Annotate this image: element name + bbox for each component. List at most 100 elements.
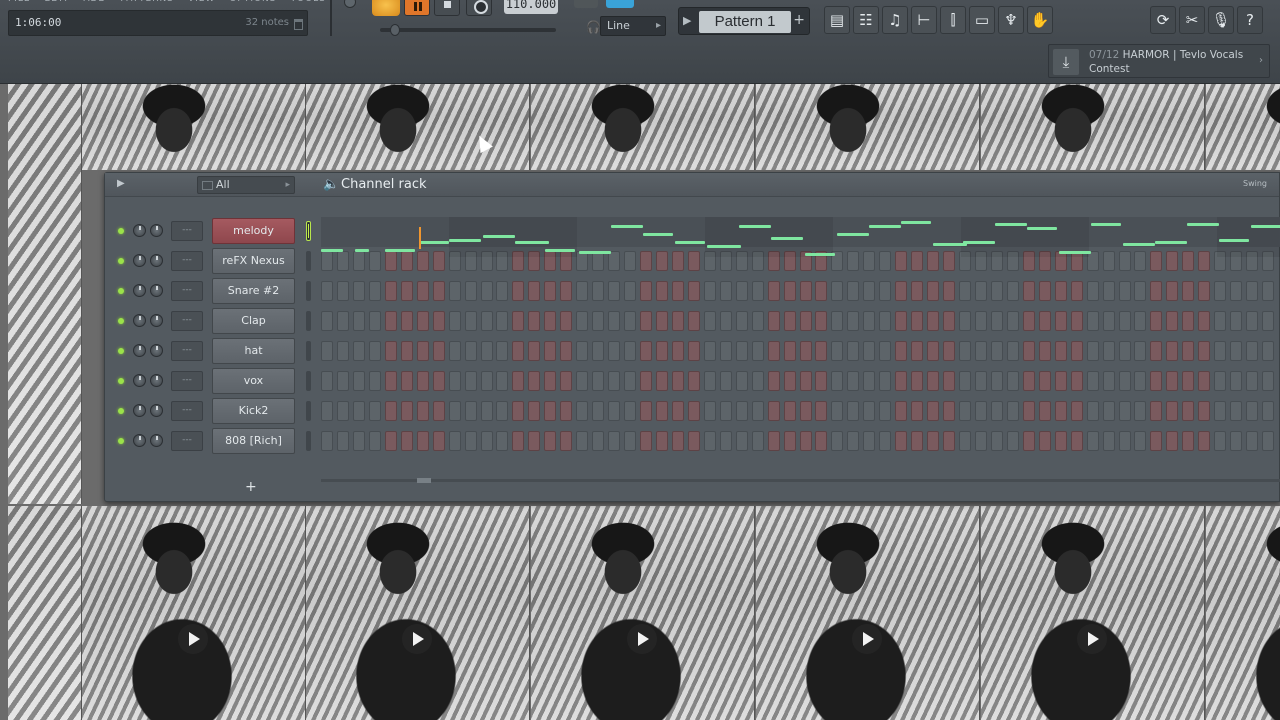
step-button[interactable] <box>655 311 668 331</box>
step-button[interactable] <box>608 431 621 451</box>
step-button[interactable] <box>879 311 892 331</box>
step-button[interactable] <box>671 341 684 361</box>
step-button[interactable] <box>815 311 828 331</box>
step-button[interactable] <box>719 311 732 331</box>
step-button[interactable] <box>400 341 413 361</box>
step-button[interactable] <box>592 311 605 331</box>
stop-button[interactable] <box>434 0 460 16</box>
step-button[interactable] <box>687 251 700 271</box>
step-button[interactable] <box>1230 311 1243 331</box>
step-button[interactable] <box>767 281 780 301</box>
step-button[interactable] <box>400 311 413 331</box>
step-button[interactable] <box>1246 401 1259 421</box>
step-button[interactable] <box>336 371 349 391</box>
step-button[interactable] <box>1102 311 1115 331</box>
step-button[interactable] <box>879 341 892 361</box>
step-button[interactable] <box>1230 431 1243 451</box>
step-button[interactable] <box>608 281 621 301</box>
step-button[interactable] <box>911 371 924 391</box>
touch-controller-icon[interactable]: ✋ <box>1027 6 1053 34</box>
main-pitch-slider[interactable] <box>380 24 556 36</box>
step-button[interactable] <box>1150 371 1163 391</box>
step-button[interactable] <box>815 281 828 301</box>
step-button[interactable] <box>1230 371 1243 391</box>
step-button[interactable] <box>336 251 349 271</box>
step-button[interactable] <box>1134 401 1147 421</box>
step-button[interactable] <box>1118 341 1131 361</box>
step-button[interactable] <box>592 371 605 391</box>
channel-select-indicator[interactable] <box>306 341 311 361</box>
step-button[interactable] <box>528 371 541 391</box>
step-button[interactable] <box>927 281 940 301</box>
step-button[interactable] <box>512 371 525 391</box>
step-button[interactable] <box>1134 311 1147 331</box>
step-button[interactable] <box>1166 341 1179 361</box>
step-button[interactable] <box>448 341 461 361</box>
step-button[interactable] <box>608 401 621 421</box>
step-button[interactable] <box>735 371 748 391</box>
tree-icon[interactable]: ⊢ <box>911 6 937 34</box>
step-button[interactable] <box>783 431 796 451</box>
channel-button[interactable]: Clap <box>212 308 295 334</box>
step-button[interactable] <box>990 371 1003 391</box>
pan-knob[interactable] <box>133 434 146 447</box>
step-button[interactable] <box>512 401 525 421</box>
step-button[interactable] <box>735 311 748 331</box>
step-button[interactable] <box>1198 311 1211 331</box>
volume-knob[interactable] <box>150 254 163 267</box>
step-button[interactable] <box>1006 281 1019 301</box>
step-button[interactable] <box>847 401 860 421</box>
step-button[interactable] <box>1022 371 1035 391</box>
step-button[interactable] <box>719 371 732 391</box>
step-button[interactable] <box>1086 371 1099 391</box>
snap-mode-icon[interactable] <box>574 0 598 8</box>
step-button[interactable] <box>895 311 908 331</box>
step-button[interactable] <box>1070 401 1083 421</box>
step-button[interactable] <box>1150 341 1163 361</box>
step-button[interactable] <box>1166 431 1179 451</box>
step-button[interactable] <box>640 431 652 451</box>
step-button[interactable] <box>783 281 796 301</box>
step-button[interactable] <box>1246 431 1259 451</box>
step-button[interactable] <box>480 341 493 361</box>
step-button[interactable] <box>1134 281 1147 301</box>
step-button[interactable] <box>464 431 477 451</box>
channel-button[interactable]: 808 [Rich] <box>212 428 295 454</box>
step-button[interactable] <box>879 401 892 421</box>
channel-button[interactable]: Kick2 <box>212 398 295 424</box>
step-button[interactable] <box>1054 341 1067 361</box>
step-button[interactable] <box>1262 431 1275 451</box>
pause-button[interactable] <box>404 0 430 16</box>
step-button[interactable] <box>496 371 509 391</box>
step-button[interactable] <box>400 371 413 391</box>
step-button[interactable] <box>352 401 365 421</box>
pattern-selector[interactable]: ▶ Pattern 1 + <box>678 7 810 35</box>
step-button[interactable] <box>592 401 605 421</box>
step-button[interactable] <box>719 281 732 301</box>
step-button[interactable] <box>384 251 397 271</box>
step-button[interactable] <box>1022 401 1035 421</box>
step-button[interactable] <box>576 281 589 301</box>
mute-led[interactable] <box>118 348 124 354</box>
step-button[interactable] <box>1182 371 1195 391</box>
step-button[interactable] <box>703 311 716 331</box>
mute-led[interactable] <box>118 228 124 234</box>
step-button[interactable] <box>432 281 445 301</box>
channel-button[interactable]: melody <box>212 218 295 244</box>
step-button[interactable] <box>432 341 445 361</box>
mixer-track-selector[interactable]: --- <box>171 221 203 241</box>
step-button[interactable] <box>1070 281 1083 301</box>
channel-select-indicator[interactable] <box>306 311 311 331</box>
step-button[interactable] <box>1166 401 1179 421</box>
step-button[interactable] <box>1038 371 1051 391</box>
step-button[interactable] <box>815 371 828 391</box>
step-button[interactable] <box>1262 281 1275 301</box>
step-button[interactable] <box>1230 281 1243 301</box>
video-thumbnail[interactable] <box>531 506 755 720</box>
news-text[interactable]: 07/12 HARMOR | Tevlo Vocals Contest <box>1089 48 1257 76</box>
video-thumbnail[interactable] <box>1206 506 1280 720</box>
step-button[interactable] <box>1182 311 1195 331</box>
step-button[interactable] <box>1198 341 1211 361</box>
add-pattern-button[interactable]: + <box>793 12 805 28</box>
step-button[interactable] <box>959 431 971 451</box>
